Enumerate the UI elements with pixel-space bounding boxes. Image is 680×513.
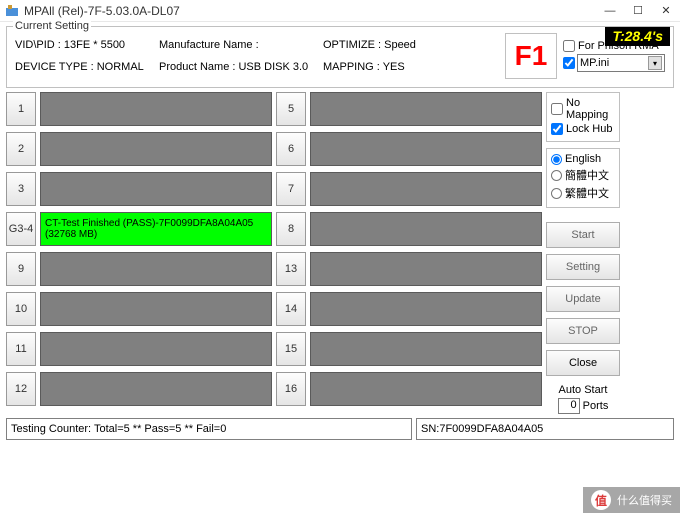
- slot-button-2[interactable]: 2: [6, 132, 36, 166]
- slot-row: 9: [6, 252, 272, 286]
- close-app-button[interactable]: Close: [546, 350, 620, 376]
- maximize-button[interactable]: ☐: [624, 0, 652, 22]
- slot-status-11: [40, 332, 272, 366]
- slot-button-12[interactable]: 12: [6, 372, 36, 406]
- slot-status-3: [40, 172, 272, 206]
- slot-status-12: [40, 372, 272, 406]
- slot-button-16[interactable]: 16: [276, 372, 306, 406]
- lang-sc-radio[interactable]: 簡體中文: [551, 167, 615, 183]
- lock-hub-checkbox[interactable]: Lock Hub: [551, 123, 615, 135]
- watermark-icon: 值: [591, 490, 611, 510]
- update-button[interactable]: Update: [546, 286, 620, 312]
- slots-right-column: 5 6 7 8 13 14 15 16: [276, 92, 542, 414]
- chevron-down-icon[interactable]: ▾: [648, 56, 662, 70]
- titlebar: MPAll (Rel)-7F-5.03.0A-DL07 — ☐ ✕: [0, 0, 680, 22]
- slot-status-15: [310, 332, 542, 366]
- testing-counter-status: Testing Counter: Total=5 ** Pass=5 ** Fa…: [6, 418, 412, 440]
- slot-button-13[interactable]: 13: [276, 252, 306, 286]
- slot-row: 13: [276, 252, 542, 286]
- slot-row: 1: [6, 92, 272, 126]
- slots-left-column: 123G3-4CT-Test Finished (PASS)-7F0099DFA…: [6, 92, 272, 414]
- slot-row: 5: [276, 92, 542, 126]
- slot-button-7[interactable]: 7: [276, 172, 306, 206]
- slot-row: 15: [276, 332, 542, 366]
- for-phison-checkbox[interactable]: For Phison RMA: [563, 40, 665, 52]
- slot-status-14: [310, 292, 542, 326]
- stop-button[interactable]: STOP: [546, 318, 620, 344]
- optimize-label: OPTIMIZE : Speed: [323, 39, 423, 51]
- slot-button-14[interactable]: 14: [276, 292, 306, 326]
- slot-button-9[interactable]: 9: [6, 252, 36, 286]
- slot-status-2: [40, 132, 272, 166]
- watermark: 值 什么值得买: [583, 487, 680, 513]
- slot-row: 16: [276, 372, 542, 406]
- no-mapping-checkbox[interactable]: No Mapping: [551, 97, 615, 121]
- current-setting-legend: Current Setting: [13, 20, 91, 32]
- slot-button-1[interactable]: 1: [6, 92, 36, 126]
- slot-status-5: [310, 92, 542, 126]
- slot-row: 12: [6, 372, 272, 406]
- mapping-label: MAPPING : YES: [323, 61, 423, 73]
- slot-status-9: [40, 252, 272, 286]
- slot-button-10[interactable]: 10: [6, 292, 36, 326]
- slot-status-6: [310, 132, 542, 166]
- slot-row: 10: [6, 292, 272, 326]
- language-group: English 簡體中文 繁體中文: [546, 148, 620, 208]
- device-type-label: DEVICE TYPE : NORMAL: [15, 61, 155, 73]
- auto-start-label: Auto Start: [546, 384, 620, 396]
- current-setting-group: Current Setting VID\PID : 13FE * 5500 DE…: [6, 26, 674, 88]
- minimize-button[interactable]: —: [596, 0, 624, 22]
- mpini-combo[interactable]: MP.ini ▾: [577, 54, 665, 72]
- slot-button-6[interactable]: 6: [276, 132, 306, 166]
- slot-row: 3: [6, 172, 272, 206]
- slot-status-7: [310, 172, 542, 206]
- slot-button-11[interactable]: 11: [6, 332, 36, 366]
- start-button[interactable]: Start: [546, 222, 620, 248]
- app-icon: [4, 3, 20, 19]
- slot-row: 14: [276, 292, 542, 326]
- manufacture-name-label: Manufacture Name :: [159, 39, 319, 51]
- lang-tc-radio[interactable]: 繁體中文: [551, 185, 615, 201]
- slot-button-8[interactable]: 8: [276, 212, 306, 246]
- slot-button-5[interactable]: 5: [276, 92, 306, 126]
- options-group: No Mapping Lock Hub: [546, 92, 620, 142]
- auto-start-group: Auto Start 0 Ports: [546, 384, 620, 414]
- vidpid-label: VID\PID : 13FE * 5500: [15, 39, 155, 51]
- f1-button[interactable]: F1: [505, 33, 557, 79]
- slot-row: 7: [276, 172, 542, 206]
- slot-row: 11: [6, 332, 272, 366]
- sn-status: SN:7F0099DFA8A04A05: [416, 418, 674, 440]
- slot-status-8: [310, 212, 542, 246]
- side-panel: No Mapping Lock Hub English 簡體中文 繁體中文 St…: [546, 92, 620, 414]
- slot-status-10: [40, 292, 272, 326]
- slot-button-3[interactable]: 3: [6, 172, 36, 206]
- slot-row: G3-4CT-Test Finished (PASS)-7F0099DFA8A0…: [6, 212, 272, 246]
- slot-row: 8: [276, 212, 542, 246]
- setting-button[interactable]: Setting: [546, 254, 620, 280]
- slot-status-1: [40, 92, 272, 126]
- slot-row: 6: [276, 132, 542, 166]
- slot-status-G3-4: CT-Test Finished (PASS)-7F0099DFA8A04A05…: [40, 212, 272, 246]
- ports-input[interactable]: 0: [558, 398, 580, 414]
- window-title: MPAll (Rel)-7F-5.03.0A-DL07: [24, 4, 596, 18]
- slot-status-16: [310, 372, 542, 406]
- slot-button-15[interactable]: 15: [276, 332, 306, 366]
- slot-button-G3-4[interactable]: G3-4: [6, 212, 36, 246]
- product-name-label: Product Name : USB DISK 3.0: [159, 61, 319, 73]
- mpini-checkbox[interactable]: [563, 57, 575, 69]
- slot-row: 2: [6, 132, 272, 166]
- slot-status-13: [310, 252, 542, 286]
- ports-label: Ports: [583, 400, 609, 412]
- close-button[interactable]: ✕: [652, 0, 680, 22]
- lang-english-radio[interactable]: English: [551, 153, 615, 165]
